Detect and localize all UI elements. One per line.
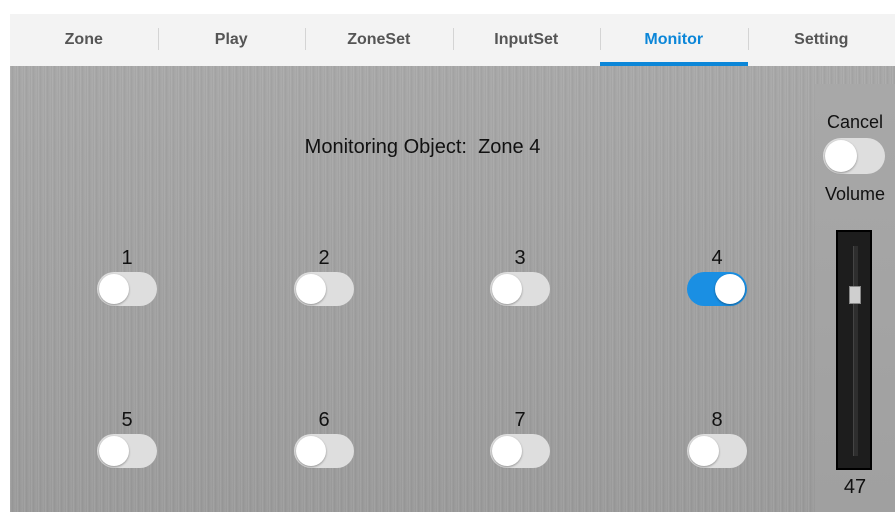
- channel-4: 4: [687, 246, 747, 306]
- toggle-knob: [825, 140, 857, 172]
- tab-bar: Zone Play ZoneSet InputSet Monitor Setti…: [10, 14, 895, 66]
- channel-8-toggle[interactable]: [687, 434, 747, 468]
- channel-label: 3: [514, 247, 526, 269]
- cancel-toggle[interactable]: [823, 138, 885, 174]
- toggle-knob: [689, 436, 719, 466]
- channel-7-toggle[interactable]: [490, 434, 550, 468]
- channel-label: 6: [318, 409, 330, 431]
- channel-3: 3: [490, 246, 550, 306]
- toggle-knob: [296, 436, 326, 466]
- fader-track: [853, 246, 858, 456]
- toggle-knob: [492, 436, 522, 466]
- cancel-label: Cancel: [826, 112, 884, 132]
- channel-8: 8: [687, 408, 747, 468]
- tab-zoneset[interactable]: ZoneSet: [305, 14, 453, 66]
- volume-label: Volume: [824, 184, 886, 204]
- channel-3-toggle[interactable]: [490, 272, 550, 306]
- channel-label: 5: [121, 409, 133, 431]
- toggle-knob: [715, 274, 745, 304]
- monitoring-object-value: Zone 4: [478, 136, 541, 158]
- tab-label: ZoneSet: [347, 31, 411, 48]
- tab-monitor[interactable]: Monitor: [600, 14, 748, 66]
- volume-fader[interactable]: [836, 230, 872, 470]
- channel-5: 5: [97, 408, 157, 468]
- volume-value: 47: [843, 476, 867, 498]
- toggle-knob: [296, 274, 326, 304]
- tab-label: Setting: [794, 31, 849, 48]
- tab-setting[interactable]: Setting: [747, 14, 895, 66]
- channel-6: 6: [294, 408, 354, 468]
- channel-label: 8: [711, 409, 723, 431]
- tab-zone[interactable]: Zone: [10, 14, 158, 66]
- channel-label: 1: [121, 247, 133, 269]
- toggle-knob: [99, 274, 129, 304]
- fader-thumb[interactable]: [849, 286, 861, 304]
- monitoring-object-title: Monitoring Object: Zone 4: [10, 136, 835, 159]
- monitoring-object-prefix: Monitoring Object:: [304, 136, 467, 158]
- toggle-knob: [99, 436, 129, 466]
- tab-label: Zone: [64, 31, 103, 48]
- channel-2: 2: [294, 246, 354, 306]
- cancel-toggle-wrap: [823, 136, 885, 174]
- channel-5-toggle[interactable]: [97, 434, 157, 468]
- tab-inputset[interactable]: InputSet: [452, 14, 601, 66]
- tab-label: Play: [214, 31, 248, 48]
- channel-label: 4: [711, 247, 723, 269]
- channel-7: 7: [490, 408, 550, 468]
- channel-6-toggle[interactable]: [294, 434, 354, 468]
- channel-label: 7: [514, 409, 526, 431]
- monitor-panel: Monitoring Object: Zone 4 1 2 3 4 5 6 7 …: [10, 66, 895, 512]
- channel-1-toggle[interactable]: [97, 272, 157, 306]
- tab-label: InputSet: [494, 31, 559, 48]
- tab-play[interactable]: Play: [157, 14, 306, 66]
- channel-label: 2: [318, 247, 330, 269]
- channel-1: 1: [97, 246, 157, 306]
- side-controls: Cancel Volume 47: [815, 84, 895, 512]
- channel-4-toggle[interactable]: [687, 272, 747, 306]
- toggle-knob: [492, 274, 522, 304]
- tab-label: Monitor: [644, 31, 704, 48]
- channel-2-toggle[interactable]: [294, 272, 354, 306]
